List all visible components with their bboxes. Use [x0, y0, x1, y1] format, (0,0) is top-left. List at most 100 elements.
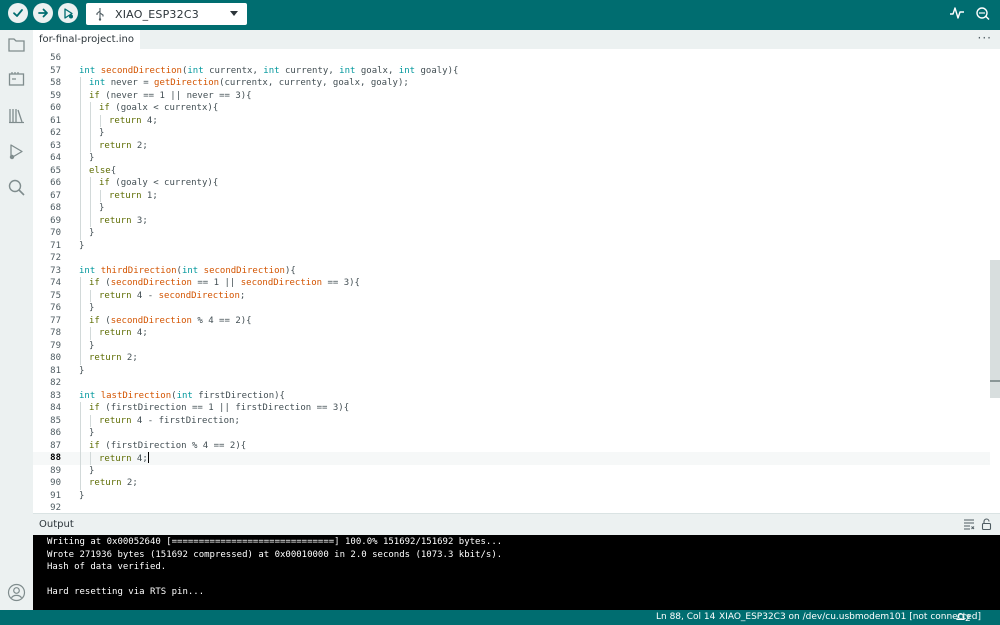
board-name: XIAO_ESP32C3	[115, 7, 199, 21]
line-number: 86	[50, 428, 61, 438]
toolbar: XIAO_ESP32C3	[0, 0, 1000, 30]
indent-guide	[80, 139, 81, 152]
editor-scroll-thumb[interactable]	[990, 260, 1000, 398]
code-line[interactable]: 91}	[33, 490, 990, 503]
indent-guide	[80, 439, 81, 452]
code-line[interactable]: 88 return 4;	[33, 452, 990, 465]
code-line[interactable]: 66 if (goaly < currenty){	[33, 177, 990, 190]
code-token: ;	[239, 290, 246, 301]
code-line[interactable]: 80 return 2;	[33, 352, 990, 365]
indent-guide	[80, 227, 81, 240]
code-line[interactable]: 79}	[33, 339, 990, 352]
code-token: == 3){	[322, 278, 360, 288]
line-number: 68	[50, 203, 61, 213]
code-text: if (never == 1 || never == 3){	[89, 90, 252, 103]
keyword-token: return	[109, 115, 142, 126]
verify-button[interactable]	[8, 3, 28, 23]
code-line[interactable]: 92	[33, 502, 990, 510]
code-line[interactable]: 73 int thirdDirection(int secondDirection…	[33, 265, 990, 278]
code-line[interactable]: 87 if (firstDirection % 4 == 2){	[33, 439, 990, 452]
code-line[interactable]: 56	[33, 52, 990, 65]
code-line[interactable]: 90 return 2;	[33, 477, 990, 490]
board-icon[interactable]	[7, 70, 26, 89]
keyword-token: if	[99, 178, 110, 188]
code-token: {	[110, 165, 117, 176]
code-line[interactable]: 85 return 4 - firstDirection;	[33, 414, 990, 428]
indent-guide	[80, 427, 81, 440]
code-token: currentx	[224, 78, 268, 88]
function-token: secondDirection	[110, 278, 192, 288]
code-line[interactable]: 58 int never = getDirection(currentx, cur…	[33, 77, 990, 90]
line-number: 83	[50, 390, 61, 401]
more-tabs-button[interactable]: ···	[978, 31, 992, 45]
keyword-token: return	[99, 328, 132, 338]
indent-guide	[80, 314, 81, 327]
code-line[interactable]: 57 int secondDirection(int currentx, int …	[33, 65, 990, 78]
line-number: 77	[50, 315, 61, 326]
code-line[interactable]: 62}	[33, 127, 990, 140]
code-line[interactable]: 70}	[33, 227, 990, 240]
code-line[interactable]: 59 if (never == 1 || never == 3){	[33, 89, 990, 103]
code-token: currenty	[164, 178, 208, 188]
function-token: getDirection	[154, 78, 220, 88]
code-line[interactable]: 68}	[33, 202, 990, 215]
output-line: Wrote 271936 bytes (151692 compressed) a…	[47, 549, 503, 560]
indent-guide	[90, 452, 91, 465]
code-token: }	[99, 128, 105, 138]
code-line[interactable]: 69 return 3;	[33, 214, 990, 227]
keyword-token: if	[89, 440, 100, 451]
code-line[interactable]: 63 return 2;	[33, 139, 990, 152]
code-line[interactable]: 77 if (secondDirection % 4 == 2){	[33, 314, 990, 327]
code-line[interactable]: 72	[33, 252, 990, 265]
chevron-down-icon	[230, 11, 238, 16]
board-selector[interactable]: XIAO_ESP32C3	[86, 3, 247, 25]
code-text: return 4 - firstDirection;	[99, 415, 240, 428]
code-line[interactable]: 75 return 4 - secondDirection;	[33, 289, 990, 302]
notification-count: 2	[965, 614, 971, 624]
code-line[interactable]: 81}	[33, 365, 990, 378]
keyword-token: if	[99, 103, 110, 113]
keyword-token: return	[89, 478, 122, 488]
tab-for-final-project[interactable]: for-final-project.ino	[33, 30, 140, 49]
keyword-token: if	[89, 278, 100, 288]
debug-button[interactable]	[58, 3, 78, 23]
code-line[interactable]: 78 return 4;	[33, 327, 990, 340]
code-line[interactable]: 86}	[33, 427, 990, 440]
code-line[interactable]: 74 if (secondDirection == 1 || secondDire…	[33, 277, 990, 290]
clear-output-icon[interactable]	[963, 518, 975, 530]
code-editor[interactable]: 56 57 int secondDirection(int currentx, in…	[33, 49, 1000, 510]
code-line[interactable]: 84 if (firstDirection == 1 || firstDirect…	[33, 402, 990, 415]
line-number: 81	[50, 365, 61, 376]
output-line: Hash of data verified.	[47, 562, 167, 572]
code-text: return 1;	[109, 190, 158, 203]
folder-icon[interactable]	[7, 35, 26, 54]
search-icon[interactable]	[7, 178, 26, 197]
code-line[interactable]: 64}	[33, 152, 990, 165]
code-token: 2;	[131, 140, 148, 151]
code-line[interactable]: 60 if (goalx < currentx){	[33, 102, 990, 115]
code-line[interactable]: 76}	[33, 302, 990, 315]
output-console[interactable]: Writing at 0x00052640 [=================…	[33, 535, 1000, 610]
board-connection-status[interactable]: XIAO_ESP32C3 on /dev/cu.usbmodem101 [not…	[719, 612, 981, 622]
cursor-position[interactable]: Ln 88, Col 14	[656, 612, 715, 622]
notifications[interactable]: 2	[955, 612, 971, 624]
line-number: 82	[50, 378, 61, 388]
code-line[interactable]: 83 int lastDirection(int firstDirection){	[33, 390, 990, 403]
magnifier-dots-icon[interactable]	[974, 5, 992, 21]
code-line[interactable]: 61 return 4;	[33, 114, 990, 127]
pulse-icon[interactable]	[949, 5, 965, 21]
indent-guide	[90, 102, 91, 115]
code-line[interactable]: 82	[33, 377, 990, 390]
code-token: }	[89, 303, 95, 313]
library-icon[interactable]	[7, 106, 26, 125]
line-number: 66	[50, 178, 61, 188]
lock-icon[interactable]	[981, 518, 992, 530]
upload-button[interactable]	[33, 3, 53, 23]
code-line[interactable]: 67 return 1;	[33, 189, 990, 203]
code-line[interactable]: 71}	[33, 240, 990, 253]
code-line[interactable]: 65 else{	[33, 164, 990, 177]
code-line[interactable]: 89}	[33, 464, 990, 477]
code-token: <	[147, 178, 165, 188]
account-icon[interactable]	[7, 583, 26, 602]
debug-icon[interactable]	[7, 142, 26, 161]
